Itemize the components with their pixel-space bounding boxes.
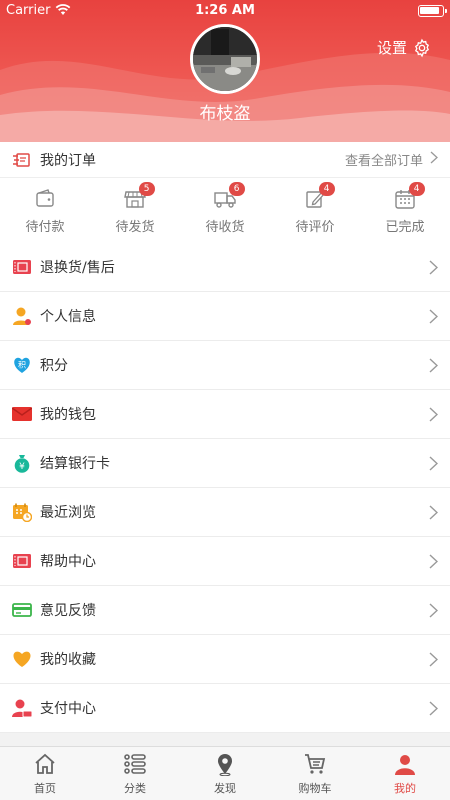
settings-label: 设置 bbox=[376, 39, 407, 57]
chevron-right-icon bbox=[429, 700, 438, 716]
menu-item-wallet[interactable]: 我的钱包 bbox=[0, 390, 450, 439]
chevron-right-icon bbox=[429, 504, 438, 520]
envelope-icon bbox=[12, 404, 32, 424]
menu-item-label: 积分 bbox=[40, 358, 68, 374]
menu-item-recent-views[interactable]: 最近浏览 bbox=[0, 488, 450, 537]
menu-item-points[interactable]: 积 积分 bbox=[0, 341, 450, 390]
menu-item-feedback[interactable]: 意见反馈 bbox=[0, 586, 450, 635]
avatar[interactable] bbox=[190, 24, 260, 94]
chevron-right-icon bbox=[429, 455, 438, 471]
tab-discover[interactable]: 发现 bbox=[180, 747, 270, 800]
order-status-pending-review[interactable]: 4 待评价 bbox=[270, 178, 360, 242]
orders-title: 我的订单 bbox=[40, 152, 96, 169]
settings-button[interactable]: 设置 bbox=[377, 37, 432, 58]
order-list-icon bbox=[12, 150, 32, 170]
chevron-right-icon bbox=[429, 602, 438, 618]
menu-item-help-center[interactable]: 帮助中心 bbox=[0, 537, 450, 586]
person-icon bbox=[12, 306, 32, 326]
wallet-icon bbox=[33, 188, 57, 210]
app-screen: Carrier 1:26 AM 布枝盗 设置 我的订单 查看全部订单 待付款 5… bbox=[0, 0, 450, 800]
tab-label: 我的 bbox=[394, 782, 416, 795]
chevron-right-icon bbox=[429, 553, 438, 569]
tab-mine[interactable]: 我的 bbox=[360, 747, 450, 800]
cart-icon bbox=[303, 752, 327, 776]
order-status-pending-shipment[interactable]: 5 待发货 bbox=[90, 178, 180, 242]
menu-item-label: 我的钱包 bbox=[40, 407, 96, 423]
gear-icon bbox=[412, 38, 432, 58]
avatar-photo bbox=[193, 27, 257, 91]
profile-header: Carrier 1:26 AM 布枝盗 设置 bbox=[0, 0, 450, 142]
order-status-row: 待付款 5 待发货 6 待收货 4 待评价 4 已完成 bbox=[0, 178, 450, 242]
tab-label: 发现 bbox=[214, 782, 236, 795]
order-status-label: 待评价 bbox=[295, 220, 335, 235]
menu-item-label: 退换货/售后 bbox=[40, 260, 115, 276]
card-icon bbox=[12, 600, 32, 620]
menu-item-bank-card[interactable]: ¥ 结算银行卡 bbox=[0, 439, 450, 488]
menu-item-label: 帮助中心 bbox=[40, 554, 96, 570]
points-heart-icon: 积 bbox=[12, 355, 32, 375]
pay-user-icon bbox=[12, 698, 32, 718]
tab-label: 首页 bbox=[34, 782, 56, 795]
order-count-badge: 4 bbox=[318, 182, 335, 196]
menu-item-label: 个人信息 bbox=[40, 309, 96, 325]
menu-item-label: 结算银行卡 bbox=[40, 456, 110, 472]
order-status-label: 待收货 bbox=[205, 220, 245, 235]
home-icon bbox=[33, 752, 57, 776]
order-status-pending-receipt[interactable]: 6 待收货 bbox=[180, 178, 270, 242]
list-icon bbox=[123, 752, 147, 776]
order-status-label: 已完成 bbox=[385, 220, 425, 235]
menu-item-label: 意见反馈 bbox=[40, 603, 96, 619]
menu-list: 退换货/售后 个人信息 积 积分 我的钱包 ¥ 结算银行卡 最近浏览 帮助中心 … bbox=[0, 243, 450, 733]
order-status-completed[interactable]: 4 已完成 bbox=[360, 178, 450, 242]
money-bag-icon: ¥ bbox=[12, 453, 32, 473]
menu-item-personal-info[interactable]: 个人信息 bbox=[0, 292, 450, 341]
heart-icon bbox=[12, 649, 32, 669]
username: 布枝盗 bbox=[199, 104, 251, 124]
tab-category[interactable]: 分类 bbox=[90, 747, 180, 800]
order-count-badge: 5 bbox=[138, 182, 155, 196]
menu-item-label: 最近浏览 bbox=[40, 505, 96, 521]
chevron-right-icon bbox=[430, 151, 438, 168]
orders-header[interactable]: 我的订单 查看全部订单 bbox=[0, 142, 450, 178]
bottom-tab-bar: 首页 分类 发现 购物车 我的 bbox=[0, 746, 450, 800]
clock: 1:26 AM bbox=[195, 3, 255, 18]
chevron-right-icon bbox=[429, 259, 438, 275]
menu-item-label: 支付中心 bbox=[40, 701, 96, 717]
user-icon bbox=[393, 752, 417, 776]
chevron-right-icon bbox=[429, 651, 438, 667]
order-status-label: 待发货 bbox=[115, 220, 155, 235]
view-all-orders-label: 查看全部订单 bbox=[344, 154, 423, 169]
chevron-right-icon bbox=[429, 308, 438, 324]
tab-cart[interactable]: 购物车 bbox=[270, 747, 360, 800]
battery-icon bbox=[418, 5, 447, 17]
help-ticket-icon bbox=[12, 551, 32, 571]
tab-home[interactable]: 首页 bbox=[0, 747, 90, 800]
chevron-right-icon bbox=[429, 357, 438, 373]
calendar-clock-icon bbox=[12, 502, 32, 522]
svg-text:积: 积 bbox=[18, 360, 26, 370]
location-icon bbox=[213, 752, 237, 776]
status-bar: Carrier 1:26 AM bbox=[0, 0, 450, 22]
chevron-right-icon bbox=[429, 406, 438, 422]
menu-item-payment-center[interactable]: 支付中心 bbox=[0, 684, 450, 733]
menu-item-favorites[interactable]: 我的收藏 bbox=[0, 635, 450, 684]
order-count-badge: 4 bbox=[408, 182, 425, 196]
order-status-label: 待付款 bbox=[25, 220, 65, 235]
menu-item-returns[interactable]: 退换货/售后 bbox=[0, 243, 450, 292]
order-count-badge: 6 bbox=[228, 182, 245, 196]
return-ticket-icon bbox=[12, 257, 32, 277]
tab-label: 购物车 bbox=[298, 782, 332, 795]
order-status-pending-payment[interactable]: 待付款 bbox=[0, 178, 90, 242]
orders-section: 我的订单 查看全部订单 待付款 5 待发货 6 待收货 4 待评价 4 已完成 bbox=[0, 142, 450, 243]
menu-item-label: 我的收藏 bbox=[40, 652, 96, 668]
view-all-orders-link[interactable]: 查看全部订单 bbox=[345, 150, 438, 169]
svg-text:¥: ¥ bbox=[19, 462, 25, 472]
tab-label: 分类 bbox=[124, 782, 146, 795]
